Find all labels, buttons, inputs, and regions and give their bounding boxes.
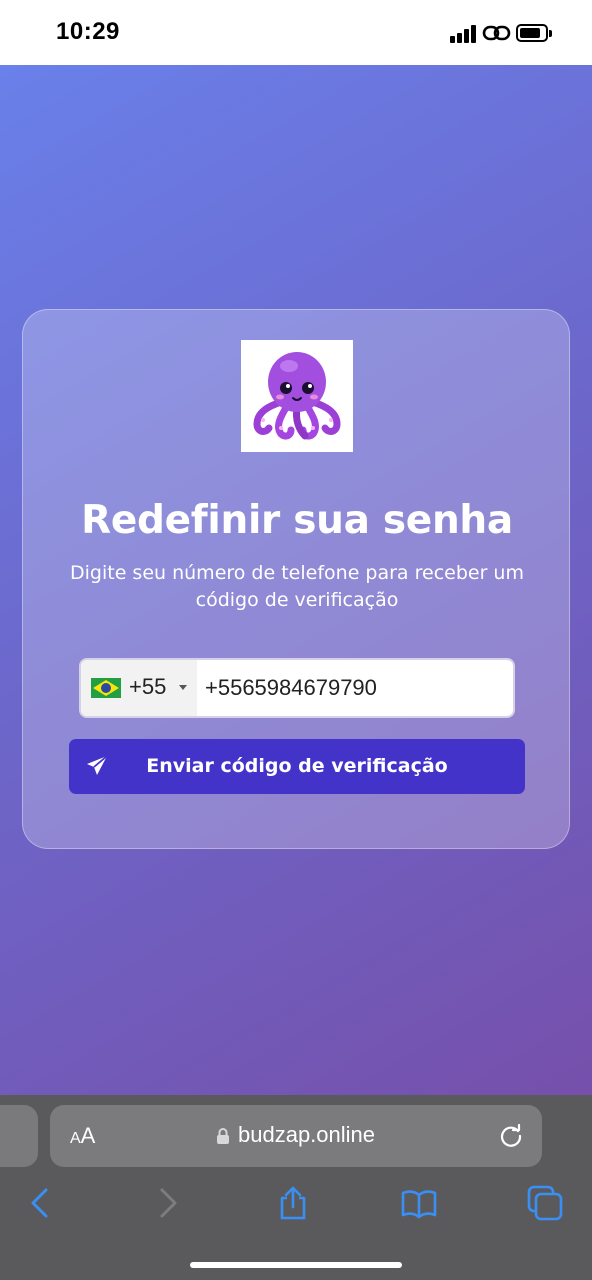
address-bar[interactable]: AA budzap.online bbox=[50, 1105, 542, 1167]
battery-icon bbox=[516, 24, 552, 42]
page-background: Redefinir sua senha Digite seu número de… bbox=[0, 65, 592, 1095]
cellular-signal-icon bbox=[450, 25, 478, 43]
phone-number-input[interactable] bbox=[197, 660, 513, 716]
dial-code: +55 bbox=[129, 674, 167, 699]
tabs-icon[interactable] bbox=[527, 1185, 563, 1221]
share-icon[interactable] bbox=[275, 1185, 311, 1221]
previous-tab-preview[interactable] bbox=[0, 1105, 38, 1167]
page-title: Redefinir sua senha bbox=[81, 498, 513, 543]
personal-hotspot-icon bbox=[482, 25, 511, 41]
back-icon[interactable] bbox=[22, 1185, 58, 1221]
status-bar: 10:29 bbox=[0, 0, 592, 65]
phone-number-field: +55 bbox=[79, 658, 515, 718]
reset-password-card: Redefinir sua senha Digite seu número de… bbox=[22, 309, 570, 849]
status-time: 10:29 bbox=[56, 18, 120, 45]
country-code-select[interactable]: +55 bbox=[81, 660, 197, 716]
chevron-down-icon bbox=[179, 685, 187, 690]
octopus-mascot-icon bbox=[241, 340, 353, 452]
lock-icon bbox=[217, 1128, 229, 1144]
reader-settings-button[interactable]: AA bbox=[70, 1123, 95, 1149]
brazil-flag-icon bbox=[91, 678, 121, 698]
send-verification-code-button[interactable]: Enviar código de verificação bbox=[69, 739, 525, 794]
home-indicator bbox=[190, 1262, 402, 1268]
bookmarks-icon[interactable] bbox=[401, 1185, 437, 1221]
forward-icon[interactable] bbox=[150, 1185, 186, 1221]
url-text: budzap.online bbox=[238, 1122, 376, 1147]
page-subtitle: Digite seu número de telefone para receb… bbox=[70, 562, 524, 611]
aa-large: A bbox=[80, 1123, 96, 1148]
reload-icon[interactable] bbox=[498, 1123, 524, 1149]
send-button-label: Enviar código de verificação bbox=[146, 755, 448, 777]
aa-small: A bbox=[70, 1130, 81, 1147]
